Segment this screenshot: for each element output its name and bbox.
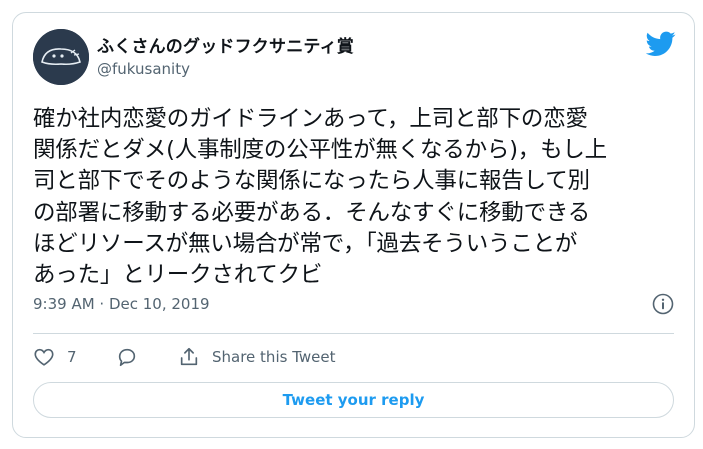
- author-name[interactable]: ふくさんのグッドフクサニティ賞: [97, 32, 354, 57]
- like-count: 7: [67, 348, 77, 366]
- info-icon[interactable]: [652, 293, 674, 315]
- tweet-your-reply-button[interactable]: Tweet your reply: [33, 382, 674, 418]
- share-label: Share this Tweet: [212, 348, 336, 366]
- like-button[interactable]: 7: [33, 343, 77, 371]
- heart-icon: [34, 348, 54, 366]
- timestamp[interactable]: 9:39 AM · Dec 10, 2019: [33, 295, 210, 313]
- reply-button[interactable]: [116, 343, 138, 371]
- share-icon: [180, 347, 198, 366]
- twitter-bird-icon[interactable]: [646, 31, 676, 57]
- avatar-drawing: [33, 29, 89, 85]
- divider: [33, 333, 674, 334]
- comment-icon: [118, 348, 136, 367]
- share-button[interactable]: Share this Tweet: [178, 343, 335, 371]
- tweet-text: 確か社内恋愛のガイドラインあって，上司と部下の恋愛 関係だとダメ(人事制度の公平…: [33, 106, 607, 289]
- reply-button-label: Tweet your reply: [282, 391, 425, 409]
- avatar[interactable]: [33, 29, 89, 85]
- tweet-card: ふくさんのグッドフクサニティ賞 @fukusanity 確か社内恋愛のガイドライ…: [12, 12, 695, 438]
- author-handle[interactable]: @fukusanity: [97, 60, 190, 78]
- action-bar: 7 Share this Tweet: [33, 343, 533, 373]
